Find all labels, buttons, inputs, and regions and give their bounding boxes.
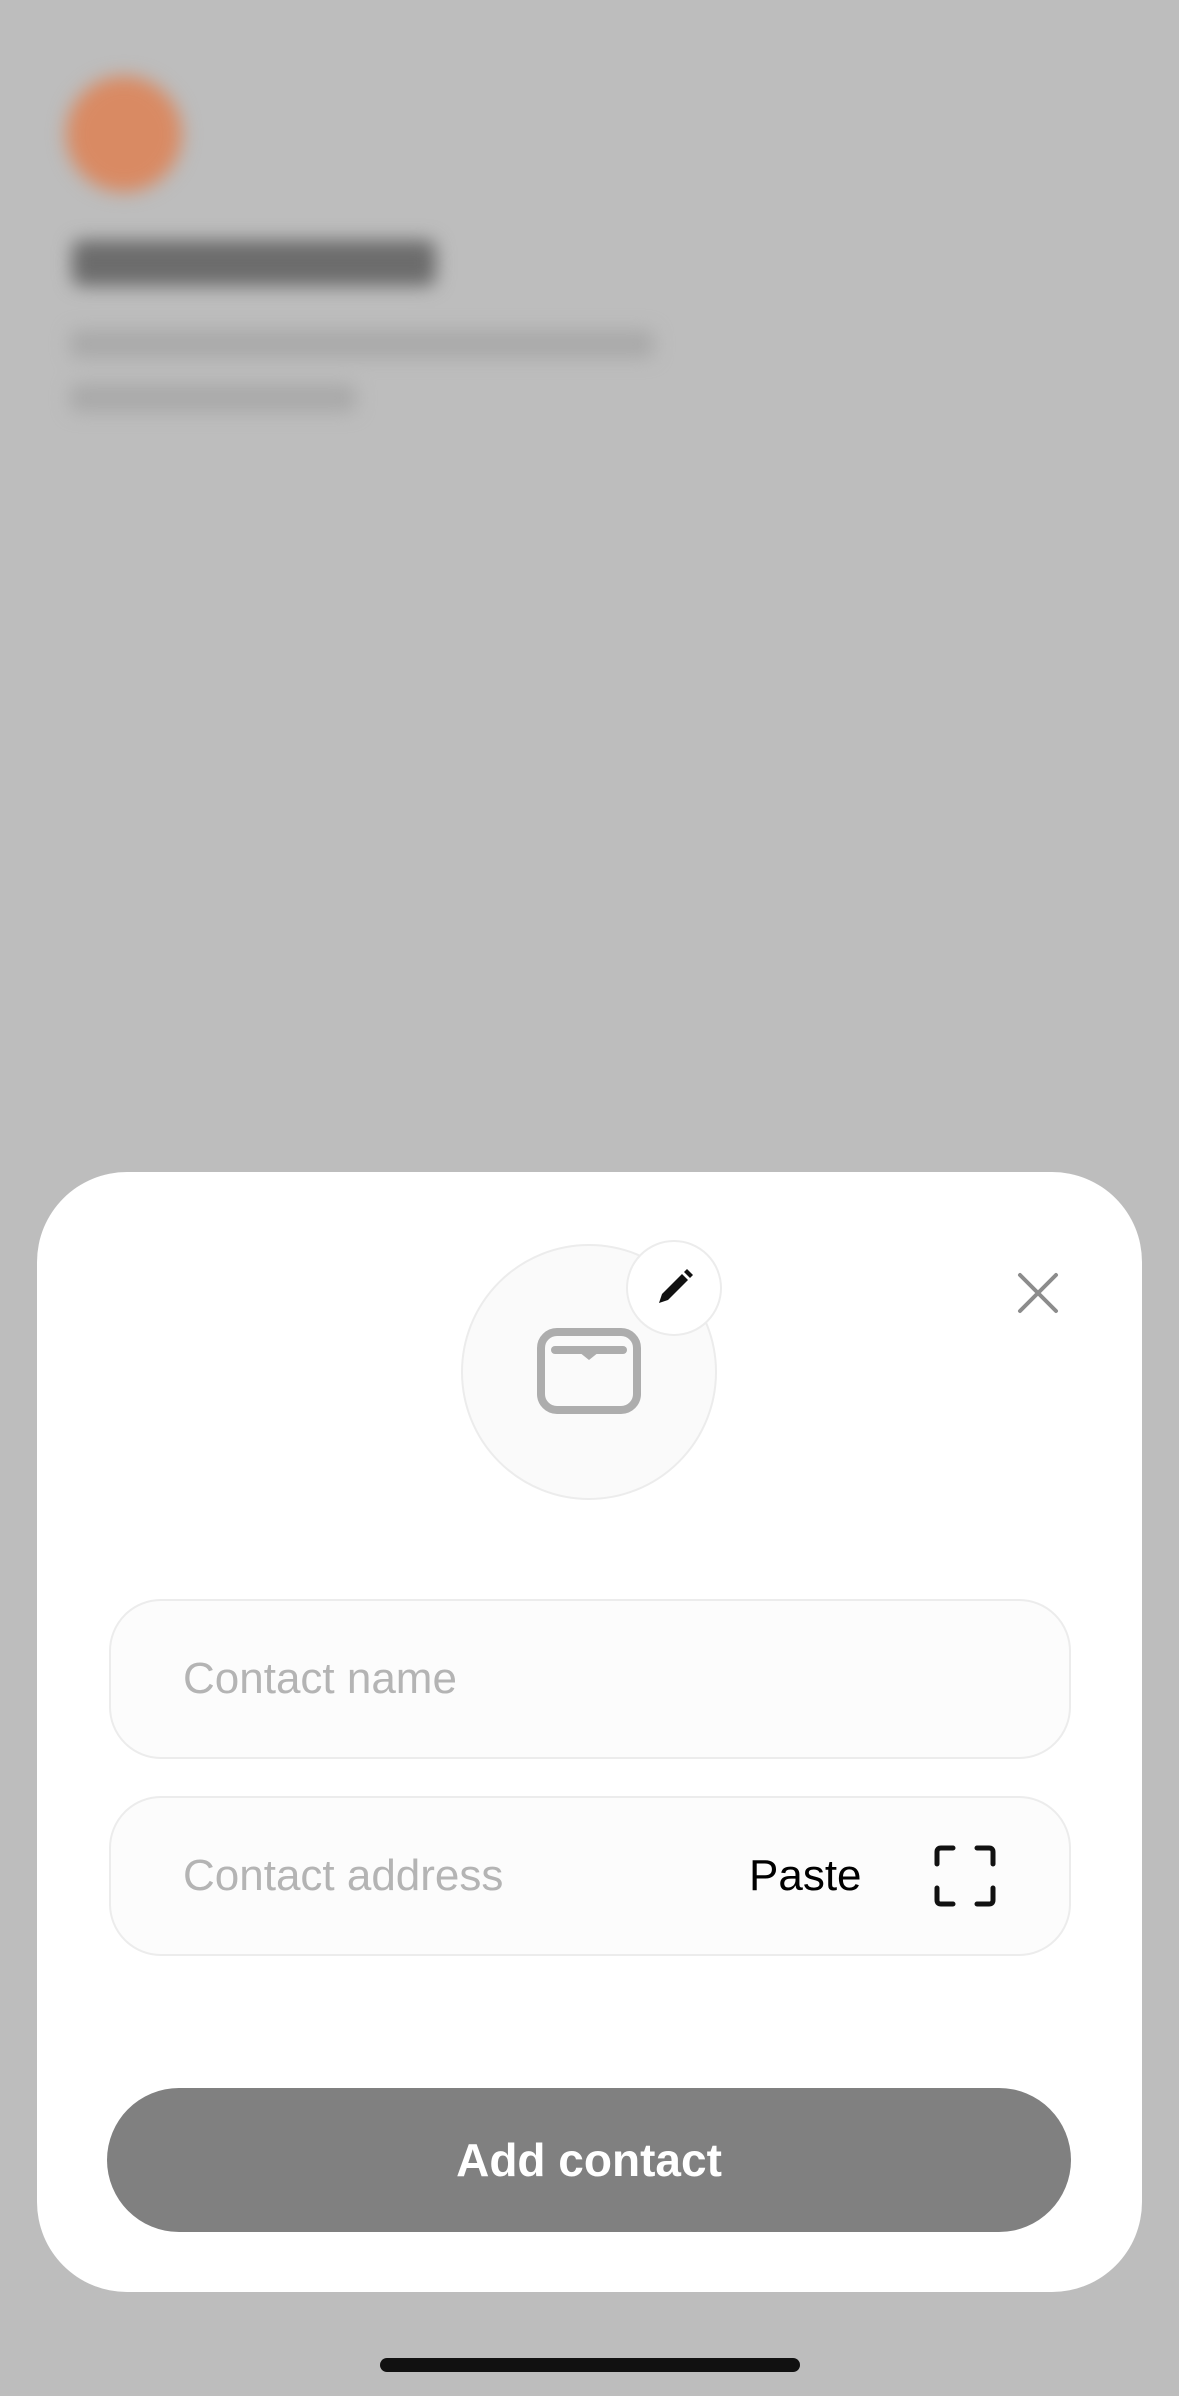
background-title	[72, 240, 436, 286]
add-contact-button[interactable]: Add contact	[107, 2088, 1071, 2232]
close-icon	[1018, 1273, 1058, 1313]
scan-qr-icon[interactable]	[933, 1844, 997, 1908]
contact-address-input[interactable]	[183, 1798, 683, 1954]
contact-name-input[interactable]	[183, 1601, 1003, 1757]
contact-address-field[interactable]: Paste	[109, 1796, 1071, 1956]
background-avatar	[66, 76, 182, 192]
pencil-icon	[659, 1269, 693, 1303]
screen: Paste Add contact	[0, 0, 1179, 2396]
background-text-line	[70, 330, 654, 358]
home-indicator	[380, 2358, 800, 2372]
contact-name-field[interactable]	[109, 1599, 1071, 1759]
background-text-line	[70, 384, 356, 412]
paste-button[interactable]: Paste	[749, 1798, 862, 1954]
edit-avatar-button[interactable]	[626, 1240, 722, 1336]
close-button[interactable]	[1003, 1258, 1073, 1328]
add-contact-sheet: Paste Add contact	[37, 1172, 1142, 2292]
wallet-icon	[537, 1328, 641, 1414]
